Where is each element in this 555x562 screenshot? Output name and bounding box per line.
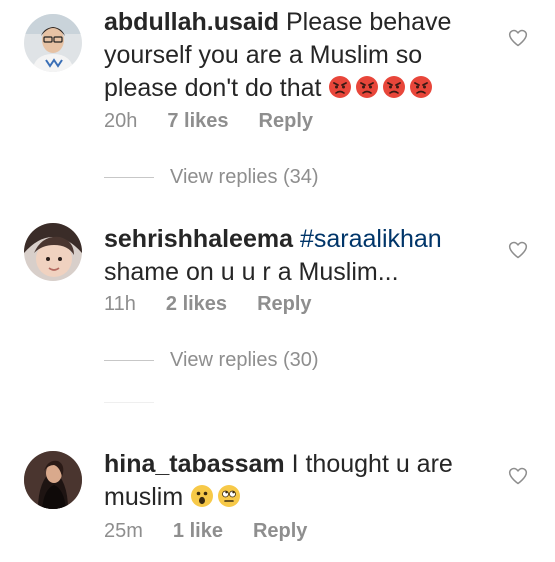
- avatar-sehrishhaleema[interactable]: [24, 223, 82, 281]
- divider-line: [104, 402, 154, 403]
- comment-likes[interactable]: 2 likes: [166, 293, 227, 316]
- hashtag-link[interactable]: #saraalikhan: [293, 225, 442, 253]
- comment-text-part: muslim: [104, 483, 191, 511]
- comment-meta: 25m 1 like Reply: [104, 520, 307, 543]
- comment-likes[interactable]: 7 likes: [167, 110, 228, 133]
- comment-text-part: shame on u u r a Muslim...: [104, 258, 399, 286]
- avatar-hina-tabassam[interactable]: [24, 451, 82, 509]
- comment-time: 11h: [104, 293, 136, 315]
- divider-line: [104, 177, 154, 178]
- comment-text-part: please don't do that: [104, 74, 329, 102]
- comment-text-part: I thought u are: [284, 450, 453, 478]
- comment-text-part: yourself you are a Muslim so: [104, 41, 423, 69]
- reply-button[interactable]: Reply: [257, 293, 311, 316]
- comment-username[interactable]: sehrishhaleema: [104, 225, 293, 253]
- reply-button[interactable]: Reply: [253, 520, 307, 543]
- comment-meta: 11h 2 likes Reply: [104, 293, 312, 316]
- astonished-face-emoji: [190, 484, 214, 508]
- angry-face-emoji: [355, 75, 379, 99]
- view-replies-button[interactable]: View replies (30): [104, 349, 319, 372]
- comment-text: sehrishhaleema #saraalikhan shame on u u…: [104, 223, 484, 289]
- comment-likes[interactable]: 1 like: [173, 520, 223, 543]
- reply-button[interactable]: Reply: [259, 110, 313, 133]
- view-replies-label: View replies (34): [170, 166, 319, 188]
- comment-username[interactable]: abdullah.usaid: [104, 8, 279, 36]
- eye-roll-face-emoji: [217, 484, 241, 508]
- avatar-abdullah-usaid[interactable]: [24, 14, 82, 72]
- comment-time: 20h: [104, 110, 138, 132]
- view-replies-button[interactable]: View replies (34): [104, 166, 319, 189]
- heart-outline-icon[interactable]: [508, 466, 528, 486]
- angry-face-emoji: [409, 75, 433, 99]
- comment-username[interactable]: hina_tabassam: [104, 450, 285, 478]
- comment-text: hina_tabassam I thought u are muslim: [104, 448, 484, 514]
- divider-line: [104, 360, 154, 361]
- view-replies-label: View replies (30): [170, 349, 319, 371]
- comment-text: abdullah.usaid Please behave yourself yo…: [104, 6, 484, 105]
- comment-time: 25m: [104, 520, 143, 542]
- heart-outline-icon[interactable]: [508, 240, 528, 260]
- comment-meta: 20h 7 likes Reply: [104, 110, 313, 133]
- angry-face-emoji: [382, 75, 406, 99]
- comment-text-part: Please behave: [279, 8, 452, 36]
- angry-face-emoji: [328, 75, 352, 99]
- heart-outline-icon[interactable]: [508, 28, 528, 48]
